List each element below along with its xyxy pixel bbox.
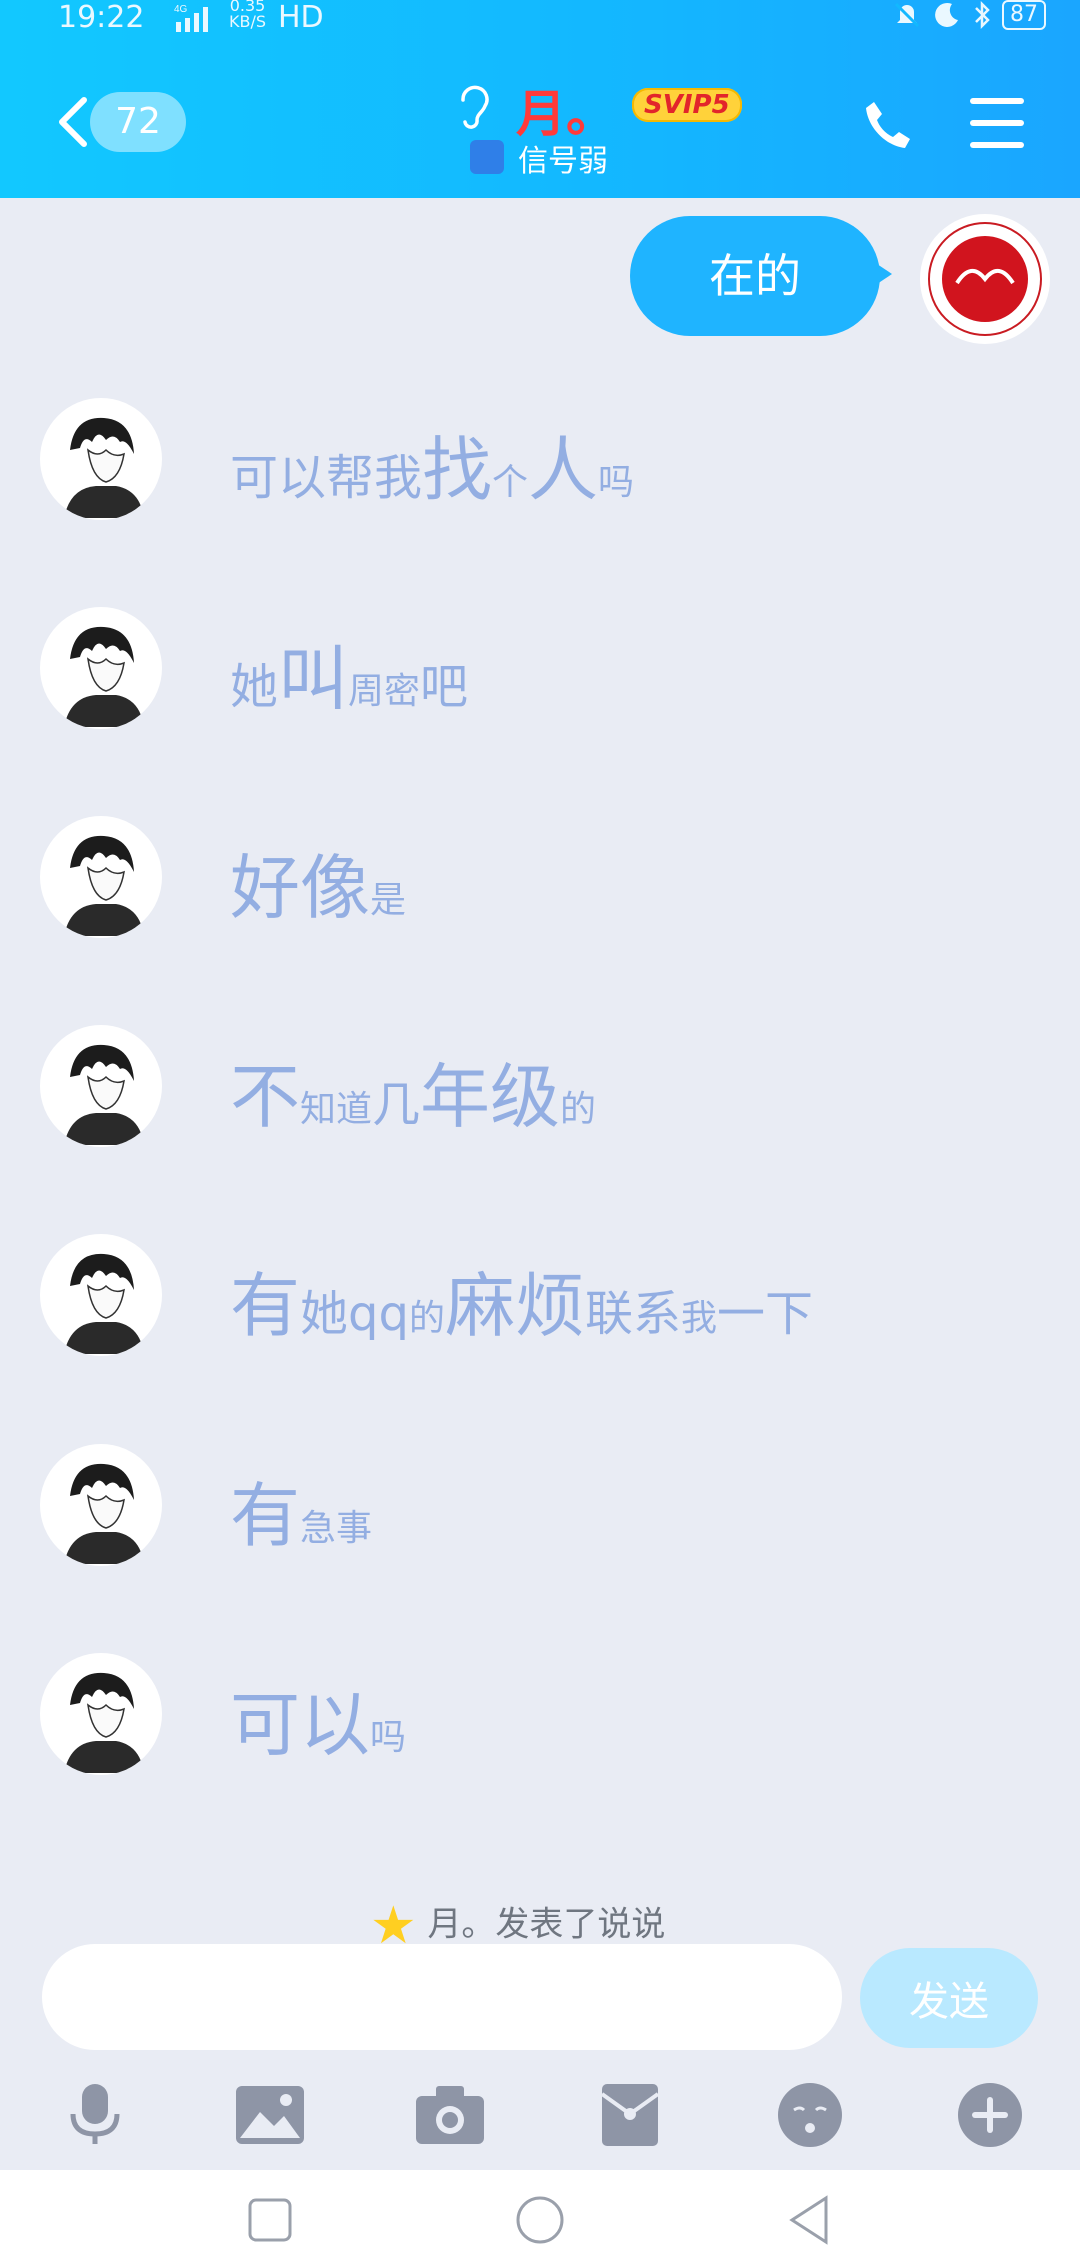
- message-segment: 吧: [420, 659, 469, 715]
- incoming-message-text: 可以帮我找个人吗: [230, 414, 634, 515]
- message-segment: 几: [372, 1077, 421, 1133]
- incoming-message-text: 有她qq的麻烦联系我一下: [230, 1250, 813, 1351]
- message-segment: 一下: [717, 1286, 814, 1342]
- unread-count-badge[interactable]: 72: [90, 92, 186, 152]
- contact-avatar[interactable]: [40, 816, 162, 938]
- incoming-message[interactable]: 可以吗: [40, 1653, 1040, 1781]
- message-segment: 年级: [420, 1056, 561, 1138]
- menu-icon[interactable]: [970, 98, 1024, 148]
- incoming-message-text: 她叫周密吧: [230, 623, 468, 724]
- message-segment: 我: [681, 1298, 718, 1339]
- message-segment: 可以帮我: [230, 450, 423, 506]
- image-icon[interactable]: [230, 2080, 310, 2150]
- mute-icon: [894, 2, 920, 28]
- svip-badge: SVIP5: [632, 88, 742, 122]
- camera-icon[interactable]: [410, 2080, 490, 2150]
- home-icon[interactable]: [510, 2190, 570, 2250]
- message-segment: 急事: [300, 1508, 373, 1549]
- hd-indicator: HD: [278, 0, 324, 35]
- system-nav-bar: [0, 2170, 1080, 2250]
- message-segment: 吗: [370, 1717, 407, 1758]
- incoming-message-text: 可以吗: [230, 1669, 406, 1770]
- status-icons: 87: [892, 0, 1046, 30]
- emoji-icon[interactable]: [770, 2080, 850, 2150]
- moon-icon: [935, 2, 958, 27]
- recent-apps-icon[interactable]: [240, 2190, 300, 2250]
- contact-avatar[interactable]: [40, 1444, 162, 1566]
- battery-indicator: 87: [1002, 0, 1046, 30]
- microphone-icon[interactable]: [55, 2080, 135, 2150]
- speed-unit: KB/S: [229, 12, 267, 31]
- status-bar: 19:22 4G 0.35 KB/S HD 87: [0, 0, 1080, 44]
- message-segment: 吗: [598, 462, 635, 503]
- message-segment: 麻烦: [444, 1265, 585, 1347]
- message-segment: 她: [230, 659, 279, 715]
- status-time: 19:22: [58, 0, 145, 35]
- incoming-message[interactable]: 不知道几年级的: [40, 1025, 1040, 1153]
- send-button[interactable]: 发送: [860, 1948, 1038, 2048]
- ear-icon: [461, 85, 489, 129]
- message-segment: 不: [230, 1056, 300, 1138]
- message-segment: 个: [492, 462, 529, 503]
- incoming-message[interactable]: 有急事: [40, 1444, 1040, 1572]
- phone-icon[interactable]: [860, 96, 916, 152]
- incoming-message[interactable]: 有她qq的麻烦联系我一下: [40, 1234, 1040, 1362]
- outgoing-message[interactable]: 在的: [630, 216, 892, 336]
- network-type: 4G: [174, 4, 188, 15]
- incoming-message-text: 好像是: [230, 832, 406, 933]
- incoming-message[interactable]: 可以帮我找个人吗: [40, 398, 1040, 526]
- message-segment: 有: [230, 1265, 300, 1347]
- self-avatar[interactable]: [920, 214, 1050, 344]
- nav-back-icon[interactable]: [780, 2190, 840, 2250]
- chat-toolbar: [0, 2080, 1080, 2180]
- incoming-message-text: 有急事: [230, 1460, 372, 1561]
- system-note-text: 月。发表了说说: [427, 1904, 666, 1945]
- message-segment: 叫: [278, 638, 349, 720]
- weak-signal-icon: [470, 140, 504, 174]
- message-segment: 她qq: [300, 1286, 409, 1342]
- message-segment: 有: [230, 1475, 300, 1557]
- contact-avatar[interactable]: [40, 1653, 162, 1775]
- network-speed: 0.35 KB/S: [229, 0, 266, 30]
- chat-header: 19:22 4G 0.35 KB/S HD 87 72 月。 SVIP5 信号弱: [0, 0, 1080, 198]
- signal-icon: 4G: [174, 4, 208, 32]
- message-segment: 知道: [300, 1089, 373, 1130]
- incoming-message[interactable]: 她叫周密吧: [40, 607, 1040, 735]
- incoming-message[interactable]: 好像是: [40, 816, 1040, 944]
- contact-title[interactable]: 月。 SVIP5 信号弱: [450, 74, 750, 184]
- incoming-message-text: 不知道几年级的: [230, 1041, 596, 1142]
- message-segment: 好像: [230, 847, 370, 929]
- message-input[interactable]: [42, 1944, 842, 2050]
- signal-status: 信号弱: [518, 144, 608, 179]
- bluetooth-icon: [975, 0, 990, 30]
- contact-avatar[interactable]: [40, 607, 162, 729]
- red-packet-icon[interactable]: [590, 2080, 670, 2150]
- message-segment: 人: [528, 429, 599, 511]
- message-segment: 是: [370, 880, 407, 921]
- contact-avatar[interactable]: [40, 398, 162, 520]
- message-segment: 周密: [348, 671, 421, 712]
- message-segment: 系: [632, 1286, 681, 1342]
- contact-avatar[interactable]: [40, 1025, 162, 1147]
- message-segment: 的: [408, 1298, 445, 1339]
- message-segment: 联: [584, 1286, 633, 1342]
- message-segment: 的: [560, 1089, 597, 1130]
- plus-icon[interactable]: [950, 2080, 1030, 2150]
- message-segment: 找: [422, 429, 493, 511]
- message-segment: 可以: [230, 1684, 370, 1766]
- contact-avatar[interactable]: [40, 1234, 162, 1356]
